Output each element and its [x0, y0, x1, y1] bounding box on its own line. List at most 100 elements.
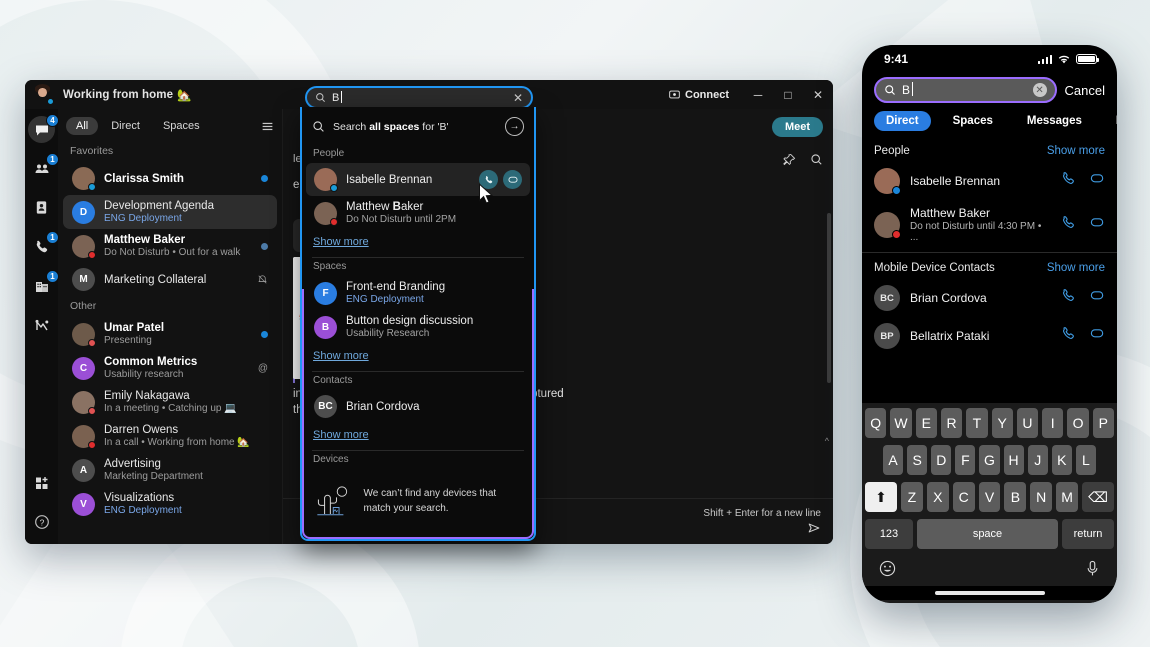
list-item-marketing-collateral[interactable]: M Marketing Collateral — [63, 263, 277, 296]
pin-icon[interactable] — [783, 153, 796, 166]
key-p[interactable]: P — [1092, 408, 1114, 438]
list-item-common-metrics[interactable]: C Common Metrics Usability research @ — [63, 351, 277, 385]
key-o[interactable]: O — [1067, 408, 1089, 438]
scroll-up-icon[interactable]: ^ — [825, 436, 829, 446]
return-key[interactable]: return — [1062, 519, 1114, 549]
key-s[interactable]: S — [907, 445, 928, 475]
key-w[interactable]: W — [890, 408, 912, 438]
minimize-button[interactable]: ─ — [743, 80, 773, 109]
key-e[interactable]: E — [915, 408, 937, 438]
key-g[interactable]: G — [979, 445, 1000, 475]
phone-search-value[interactable]: B — [902, 82, 914, 97]
phone-tab-spaces[interactable]: Spaces — [941, 111, 1005, 131]
message-icon[interactable] — [503, 170, 522, 189]
numbers-key[interactable]: 123 — [865, 519, 913, 549]
space-key[interactable]: space — [917, 519, 1058, 549]
show-more-people[interactable]: Show more — [302, 230, 534, 257]
emoji-key[interactable] — [879, 560, 896, 582]
send-button[interactable] — [807, 521, 821, 535]
rail-item-calling[interactable]: 1 — [28, 231, 59, 260]
key-v[interactable]: V — [978, 482, 1001, 512]
rail-item-messaging[interactable]: 4 — [28, 114, 59, 143]
key-h[interactable]: H — [1003, 445, 1024, 475]
dropdown-result-front-end-branding[interactable]: F Front-end Branding ENG Deployment — [306, 276, 530, 310]
filter-chip-spaces[interactable]: Spaces — [153, 117, 210, 135]
phone-tab-files[interactable]: Files — [1104, 111, 1117, 131]
rail-item-meetings[interactable]: 1 — [28, 270, 59, 299]
list-item-matthew-baker[interactable]: Matthew Baker Do Not Disturb • Out for a… — [63, 229, 277, 263]
key-x[interactable]: X — [926, 482, 949, 512]
call-icon[interactable] — [1061, 326, 1076, 346]
key-l[interactable]: L — [1075, 445, 1096, 475]
key-z[interactable]: Z — [901, 482, 923, 512]
shift-key[interactable]: ⬆ — [865, 482, 897, 512]
dropdown-result-isabelle-brennan[interactable]: Isabelle Brennan — [306, 163, 530, 196]
chat-scrollbar[interactable] — [827, 213, 831, 383]
list-item-darren-owens[interactable]: Darren Owens In a call • Working from ho… — [63, 419, 277, 453]
show-more-spaces[interactable]: Show more — [302, 344, 534, 371]
phone-search-input[interactable]: B ✕ — [874, 77, 1057, 103]
phone-show-more-contacts[interactable]: Show more — [1047, 262, 1105, 274]
key-j[interactable]: J — [1027, 445, 1048, 475]
rail-item-apps[interactable] — [28, 469, 55, 496]
dropdown-result-button-design-discussion[interactable]: B Button design discussion Usability Res… — [306, 310, 530, 344]
connect-button[interactable]: Connect — [669, 89, 729, 101]
list-item-umar-patel[interactable]: Umar Patel Presenting — [63, 317, 277, 351]
phone-search-clear-button[interactable]: ✕ — [1032, 83, 1047, 97]
user-status[interactable]: Working from home 🏡 — [63, 88, 192, 102]
backspace-key[interactable]: ⌫ — [1082, 482, 1115, 512]
key-t[interactable]: T — [966, 408, 988, 438]
message-icon[interactable] — [1090, 326, 1105, 346]
search-all-spaces-row[interactable]: Search all spaces for 'B' → — [302, 107, 534, 145]
filter-chip-all[interactable]: All — [66, 117, 99, 135]
key-d[interactable]: D — [931, 445, 952, 475]
message-icon[interactable] — [1090, 171, 1105, 191]
key-y[interactable]: Y — [991, 408, 1013, 438]
phone-tab-messages[interactable]: Messages — [1015, 111, 1094, 131]
meet-button[interactable]: Meet — [771, 117, 823, 137]
call-icon[interactable] — [1061, 215, 1076, 235]
key-m[interactable]: M — [1056, 482, 1079, 512]
rail-item-teams[interactable]: 1 — [28, 153, 59, 182]
key-r[interactable]: R — [940, 408, 963, 438]
close-button[interactable]: ✕ — [803, 80, 833, 109]
rail-item-insights[interactable] — [28, 311, 55, 338]
chat-search-icon[interactable] — [810, 153, 823, 166]
phone-search-cancel-button[interactable]: Cancel — [1065, 83, 1105, 98]
dropdown-result-brian-cordova[interactable]: BC Brian Cordova — [306, 390, 530, 423]
show-more-contacts[interactable]: Show more — [302, 423, 534, 450]
search-input-value[interactable]: B — [332, 90, 343, 104]
key-n[interactable]: N — [1030, 482, 1053, 512]
message-icon[interactable] — [1090, 288, 1105, 308]
list-item-emily-nakagawa[interactable]: Emily Nakagawa In a meeting • Catching u… — [63, 385, 277, 419]
maximize-button[interactable]: □ — [773, 80, 803, 109]
key-f[interactable]: F — [955, 445, 976, 475]
search-clear-button[interactable]: ✕ — [513, 92, 523, 104]
key-k[interactable]: K — [1051, 445, 1072, 475]
list-item-clarissa-smith[interactable]: Clarissa Smith — [63, 162, 277, 195]
phone-result-brian-cordova[interactable]: BC Brian Cordova — [862, 279, 1117, 317]
list-item-visualizations[interactable]: V Visualizations ENG Deployment — [63, 487, 277, 521]
message-icon[interactable] — [1090, 215, 1105, 235]
call-icon[interactable] — [1061, 171, 1076, 191]
list-item-development-agenda[interactable]: D Development Agenda ENG Deployment — [63, 195, 277, 229]
rail-item-help[interactable]: ? — [28, 508, 55, 535]
phone-result-isabelle-brennan[interactable]: Isabelle Brennan — [862, 162, 1117, 200]
list-item-advertising[interactable]: A Advertising Marketing Department — [63, 453, 277, 487]
mic-icon[interactable] — [1085, 560, 1100, 582]
rail-item-contacts[interactable] — [28, 194, 55, 221]
dropdown-result-matthew-baker[interactable]: Matthew Baker Do Not Disturb until 2PM — [306, 196, 530, 230]
key-u[interactable]: U — [1016, 408, 1039, 438]
search-input-box[interactable]: B ✕ — [305, 86, 533, 109]
phone-result-bellatrix-pataki[interactable]: BP Bellatrix Pataki — [862, 317, 1117, 355]
key-a[interactable]: A — [883, 445, 904, 475]
phone-tab-direct[interactable]: Direct — [874, 111, 931, 131]
key-i[interactable]: I — [1042, 408, 1064, 438]
key-c[interactable]: C — [952, 482, 975, 512]
call-icon[interactable] — [1061, 288, 1076, 308]
user-avatar[interactable] — [32, 84, 55, 106]
sort-filter-icon[interactable] — [261, 120, 274, 133]
key-b[interactable]: B — [1004, 482, 1027, 512]
key-q[interactable]: Q — [865, 408, 887, 438]
phone-show-more-people[interactable]: Show more — [1047, 145, 1105, 157]
